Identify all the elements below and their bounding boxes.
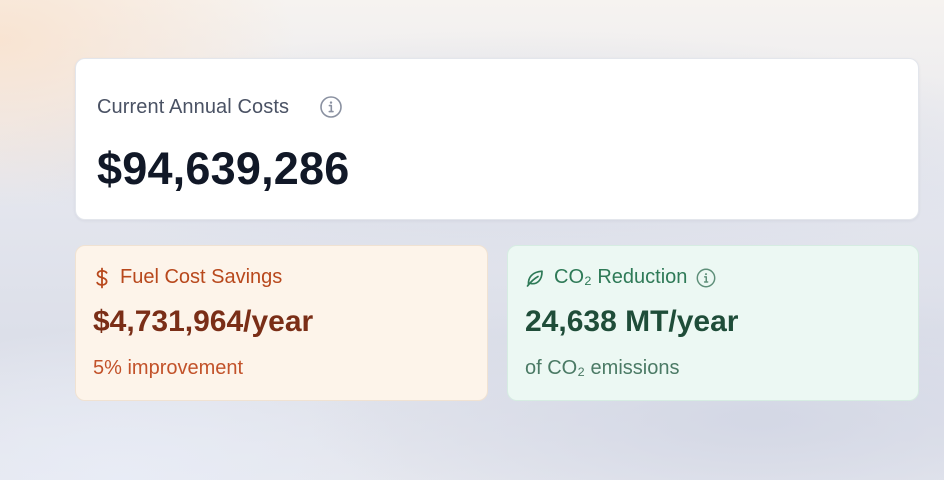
co2-reduction-title: CO₂ Reduction xyxy=(554,266,688,288)
fuel-cost-savings-card: Fuel Cost Savings $4,731,964/year 5% imp… xyxy=(75,245,488,401)
current-annual-costs-card: Current Annual Costs $94,639,286 xyxy=(75,58,919,220)
info-icon[interactable] xyxy=(319,95,343,119)
current-annual-costs-title: Current Annual Costs xyxy=(97,95,290,118)
co2-reduction-value: 24,638 MT/year xyxy=(525,305,739,338)
co2-reduction-card: CO₂ Reduction 24,638 MT/year of CO₂ emis… xyxy=(507,245,919,401)
co2-reduction-header: CO₂ Reduction xyxy=(525,266,717,289)
co2-reduction-subtitle: of CO₂ emissions xyxy=(525,357,680,379)
fuel-cost-savings-title: Fuel Cost Savings xyxy=(120,266,283,288)
fuel-cost-savings-header: Fuel Cost Savings xyxy=(93,266,282,289)
dollar-icon xyxy=(93,267,111,289)
fuel-cost-savings-subtitle: 5% improvement xyxy=(93,357,244,379)
current-annual-costs-header: Current Annual Costs xyxy=(97,95,343,119)
fuel-cost-savings-value: $4,731,964/year xyxy=(93,305,314,338)
info-icon[interactable] xyxy=(695,267,717,289)
current-annual-costs-value: $94,639,286 xyxy=(97,143,350,194)
leaf-icon xyxy=(525,268,545,288)
